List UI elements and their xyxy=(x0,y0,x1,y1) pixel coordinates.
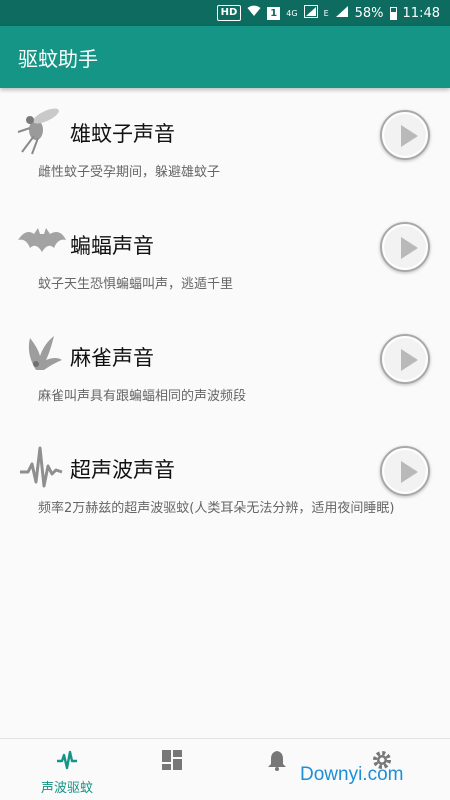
list-item[interactable]: 蝙蝠声音 蚊子天生恐惧蝙蝠叫声，逃遁千里 xyxy=(0,200,450,312)
item-description: 频率2万赫兹的超声波驱蚊(人类耳朵无法分辨，适用夜间睡眠) xyxy=(38,501,395,516)
status-bar: HD 1 4G E 58% 11:48 xyxy=(0,0,450,26)
play-button[interactable] xyxy=(380,110,430,160)
play-button[interactable] xyxy=(380,334,430,384)
nav-label: 声波驱蚊 xyxy=(40,781,93,796)
bat-icon xyxy=(16,218,68,268)
play-button[interactable] xyxy=(380,446,430,496)
hd-badge: HD xyxy=(216,5,242,21)
sound-list: 雄蚊子声音 雌性蚊子受孕期间，躲避雄蚊子 蝙蝠声音 蚊子天生恐惧蝙蝠叫声，逃遁千… xyxy=(0,88,450,536)
dashboard-icon xyxy=(161,749,183,771)
edge-indicator: E xyxy=(323,8,329,18)
item-title: 麻雀声音 xyxy=(70,346,154,370)
pulse-icon xyxy=(56,749,78,771)
item-description: 雌性蚊子受孕期间，躲避雄蚊子 xyxy=(38,165,221,180)
item-description: 蚊子天生恐惧蝙蝠叫声，逃遁千里 xyxy=(38,277,234,292)
battery-percent: 58% xyxy=(354,5,384,21)
item-title: 蝙蝠声音 xyxy=(70,234,154,258)
sparrow-icon xyxy=(16,330,68,380)
list-item[interactable]: 超声波声音 频率2万赫兹的超声波驱蚊(人类耳朵无法分辨，适用夜间睡眠) xyxy=(0,424,450,536)
play-button[interactable] xyxy=(380,222,430,272)
list-item[interactable]: 麻雀声音 麻雀叫声具有跟蝙蝠相同的声波频段 xyxy=(0,312,450,424)
app-title: 驱蚊助手 xyxy=(18,46,98,71)
signal-icon xyxy=(303,4,318,22)
mosquito-icon xyxy=(16,106,68,156)
wifi-icon xyxy=(247,5,261,21)
battery-icon xyxy=(389,6,397,20)
bell-icon xyxy=(266,749,288,771)
item-title: 超声波声音 xyxy=(70,458,175,482)
item-description: 麻雀叫声具有跟蝙蝠相同的声波频段 xyxy=(38,389,247,404)
sim-badge: 1 xyxy=(267,6,281,20)
clock: 11:48 xyxy=(402,5,440,21)
waveform-icon xyxy=(16,442,68,492)
signal-bars-icon xyxy=(335,5,349,22)
list-item[interactable]: 雄蚊子声音 雌性蚊子受孕期间，躲避雄蚊子 xyxy=(0,88,450,200)
nav-tab-dashboard[interactable] xyxy=(137,739,207,800)
item-title: 雄蚊子声音 xyxy=(70,122,175,146)
network-type: 4G xyxy=(286,8,298,18)
watermark: Downyi.com xyxy=(300,764,404,785)
nav-tab-sound-wave[interactable]: 声波驱蚊 xyxy=(32,739,102,800)
app-bar: 驱蚊助手 xyxy=(0,26,450,88)
bottom-nav: 声波驱蚊 Downyi.com xyxy=(0,738,450,800)
